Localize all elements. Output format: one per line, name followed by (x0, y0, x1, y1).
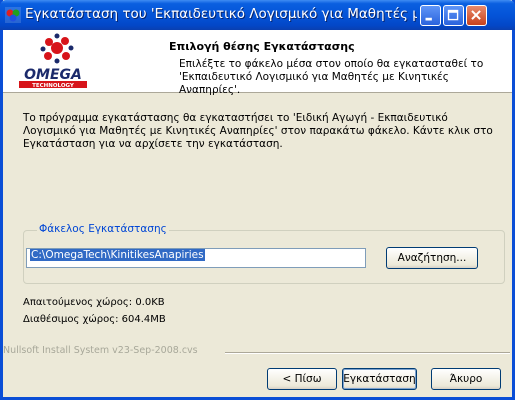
destination-label: Φάκελος Εγκατάστασης (37, 223, 169, 235)
installer-window: Εγκατάσταση του 'Εκπαιδευτικό Λογισμικό … (0, 0, 515, 400)
header-panel: OMEGA TECHNOLOGY Επιλογή θέσης Εγκατάστα… (3, 30, 512, 96)
branding-divider (225, 352, 510, 354)
logo-text: OMEGA (24, 67, 82, 83)
window-title: Εγκατάσταση του 'Εκπαιδευτικό Λογισμικό … (25, 6, 417, 22)
maximize-button[interactable] (443, 5, 464, 26)
minimize-icon (425, 17, 432, 21)
omega-logo: OMEGA TECHNOLOGY (13, 32, 93, 90)
intro-text: Το πρόγραμμα εγκατάστασης θα εγκαταστήσε… (23, 112, 493, 150)
cancel-button[interactable]: Άκυρο (431, 368, 501, 390)
page-title: Επιλογή θέσης Εγκατάστασης (169, 40, 355, 53)
maximize-icon (447, 9, 459, 21)
minimize-button[interactable] (420, 5, 441, 26)
install-button[interactable]: Εγκατάσταση (342, 368, 417, 390)
destination-path-input[interactable]: C:\OmegaTech\KinitikesAnapiries (26, 248, 366, 268)
title-bar[interactable]: Εγκατάσταση του 'Εκπαιδευτικό Λογισμικό … (0, 0, 515, 30)
page-subtitle: Επιλέξτε το φάκελο μέσα στον οποίο θα εγ… (179, 58, 484, 96)
space-available: Διαθέσιμος χώρος: 604.4MB (23, 314, 166, 325)
browse-button[interactable]: Αναζήτηση... (386, 247, 478, 269)
space-required: Απαιτούμενος χώρος: 0.0KB (23, 297, 165, 308)
logo-subtext: TECHNOLOGY (32, 83, 75, 89)
back-button[interactable]: < Πίσω (267, 368, 337, 390)
destination-path-text: C:\OmegaTech\KinitikesAnapiries (30, 249, 205, 261)
installer-icon (5, 7, 21, 23)
nsis-branding: Nullsoft Install System v23-Sep-2008.cvs (3, 345, 198, 356)
close-icon (471, 10, 481, 20)
close-button[interactable] (466, 5, 487, 26)
